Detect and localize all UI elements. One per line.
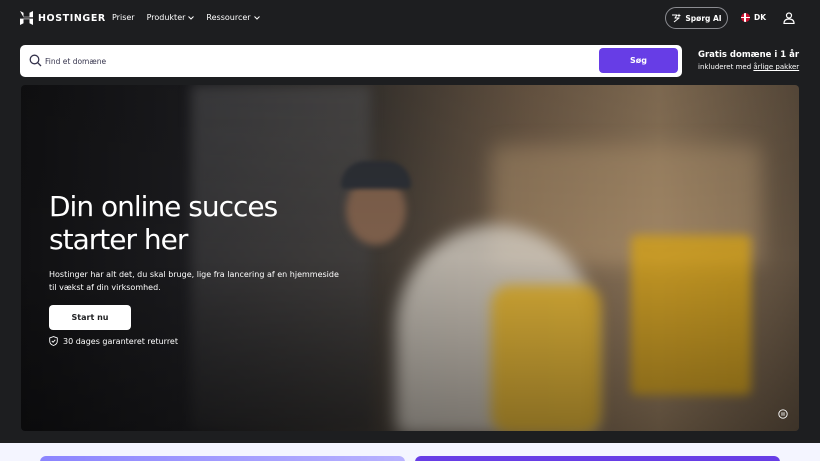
promo-subtitle: inkluderet med årlige pakker	[698, 63, 808, 71]
guarantee-text: 30 dages garanteret returret	[63, 336, 178, 346]
brand-name: HOSTINGER	[38, 12, 106, 24]
promo-subtitle-text: inkluderet med	[698, 63, 752, 71]
nav-link-label: Ressourcer	[206, 13, 251, 22]
nav-link-produkter[interactable]: Produkter	[147, 13, 195, 22]
logo[interactable]: HOSTINGER	[20, 11, 106, 25]
start-now-button[interactable]: Start nu	[49, 305, 131, 330]
product-card-right	[415, 456, 780, 461]
hero-title: Din online succes starter her	[49, 190, 278, 256]
nav-link-ressourcer[interactable]: Ressourcer	[206, 13, 260, 22]
top-nav: HOSTINGER Priser Produkter Ressourcer Sp…	[0, 0, 820, 36]
denmark-flag-icon	[741, 13, 750, 22]
ask-ai-label: Spørg AI	[685, 13, 722, 23]
user-account-icon[interactable]	[783, 12, 795, 24]
sparkle-icon	[672, 13, 682, 23]
hero-overlay	[21, 85, 799, 431]
annual-plans-link[interactable]: årlige pakker	[753, 63, 799, 71]
shield-check-icon	[49, 336, 58, 346]
hero-description: Hostinger har alt det, du skal bruge, li…	[49, 270, 339, 292]
hero-banner: Din online succes starter her Hostinger …	[21, 85, 799, 431]
product-card-left	[40, 456, 405, 461]
free-domain-promo: Gratis domæne i 1 år inkluderet med årli…	[698, 50, 808, 71]
search-icon	[29, 54, 42, 67]
nav-links: Priser Produkter Ressourcer	[112, 13, 260, 22]
search-button[interactable]: Søg	[599, 48, 678, 73]
chevron-down-icon	[253, 15, 260, 20]
domain-search-input[interactable]	[45, 50, 605, 72]
ask-ai-button[interactable]: Spørg AI	[665, 7, 728, 29]
chevron-down-icon	[188, 15, 195, 20]
hostinger-logo-icon	[20, 11, 33, 25]
promo-title: Gratis domæne i 1 år	[698, 50, 800, 60]
pause-video-icon[interactable]	[778, 409, 788, 419]
domain-search-bar: Søg	[20, 45, 682, 77]
money-back-guarantee: 30 dages garanteret returret	[49, 336, 178, 346]
nav-link-label: Produkter	[146, 13, 186, 22]
nav-link-priser[interactable]: Priser	[112, 13, 135, 22]
nav-link-label: Priser	[112, 13, 135, 22]
language-code: DK	[754, 13, 767, 22]
language-selector[interactable]: DK	[741, 13, 766, 22]
